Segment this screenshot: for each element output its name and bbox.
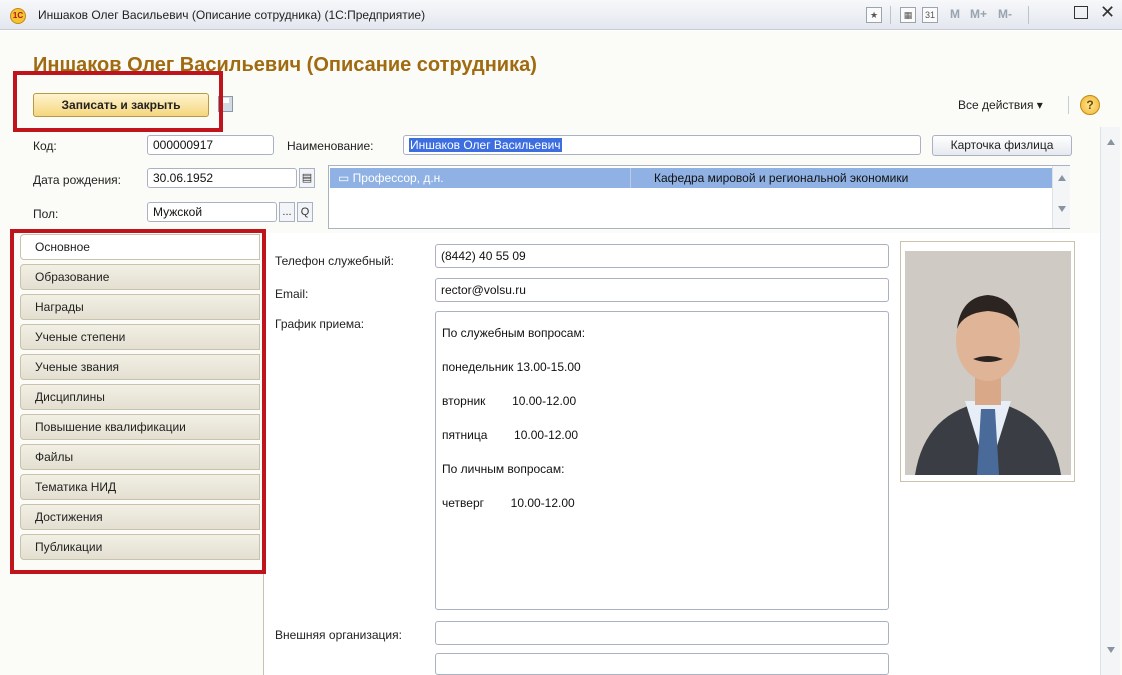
code-field[interactable]: 000000917	[147, 135, 274, 155]
help-icon[interactable]: ?	[1080, 95, 1100, 115]
close-button[interactable]: ✕	[1100, 2, 1115, 23]
gender-select-button[interactable]: ...	[279, 202, 295, 222]
toolbar-divider	[1068, 96, 1069, 114]
scroll-down-icon[interactable]	[1058, 206, 1066, 212]
toolbar-divider	[1028, 6, 1029, 24]
code-label: Код:	[33, 139, 57, 153]
person-card-button[interactable]: Карточка физлица	[932, 135, 1072, 156]
employee-photo-frame	[900, 241, 1075, 482]
calendar-icon[interactable]: 31	[922, 7, 938, 23]
name-field[interactable]: Иншаков Олег Васильевич	[403, 135, 921, 155]
phone-label: Телефон служебный:	[275, 254, 394, 268]
phone-field[interactable]: (8442) 40 55 09	[435, 244, 889, 268]
schedule-line: четверг 10.00-12.00	[442, 496, 575, 510]
employee-photo	[905, 251, 1071, 475]
memory-minus-button[interactable]: M-	[998, 7, 1012, 21]
portrait-illustration	[905, 251, 1071, 475]
positions-table[interactable]: ▭ Профессор, д.н. Кафедра мировой и реги…	[328, 165, 1070, 229]
toolbar-divider	[890, 6, 891, 24]
form-scrollbar[interactable]	[1100, 127, 1120, 675]
birth-date-field[interactable]: 30.06.1952	[147, 168, 297, 188]
external-org-field[interactable]	[435, 621, 889, 645]
email-label: Email:	[275, 287, 309, 301]
next-field[interactable]	[435, 653, 889, 675]
gender-field[interactable]: Мужской	[147, 202, 277, 222]
name-label: Наименование:	[287, 139, 374, 153]
highlight-frame-tabs	[10, 229, 266, 574]
position-title-cell: ▭ Профессор, д.н.	[338, 171, 444, 185]
search-icon[interactable]: Q	[297, 202, 313, 222]
email-field[interactable]: rector@volsu.ru	[435, 278, 889, 302]
app-logo-icon: 1С	[10, 8, 26, 24]
schedule-line: По служебным вопросам:	[442, 326, 586, 340]
window-title: Иншаков Олег Васильевич (Описание сотруд…	[38, 8, 426, 22]
scroll-up-icon[interactable]	[1058, 175, 1066, 181]
external-org-label: Внешняя организация:	[275, 628, 402, 642]
memory-m-button[interactable]: M	[950, 7, 960, 21]
schedule-label: График приема:	[275, 317, 365, 331]
birth-date-label: Дата рождения:	[33, 173, 121, 187]
table-row[interactable]: ▭ Профессор, д.н. Кафедра мировой и реги…	[330, 168, 1052, 188]
schedule-line: По личным вопросам:	[442, 462, 565, 476]
schedule-textarea[interactable]: По служебным вопросам: понедельник 13.00…	[435, 311, 889, 610]
gender-label: Пол:	[33, 207, 59, 221]
maximize-button[interactable]	[1074, 6, 1088, 19]
department-cell: Кафедра мировой и региональной экономики	[654, 171, 909, 185]
positions-scrollbar[interactable]	[1052, 166, 1070, 228]
calculator-icon[interactable]: ▦	[900, 7, 916, 23]
highlight-frame-save	[13, 71, 223, 132]
bookmark-icon[interactable]: ★	[866, 7, 882, 23]
scroll-up-icon[interactable]	[1107, 139, 1115, 145]
position-icon: ▭	[338, 171, 353, 185]
name-value: Иншаков Олег Васильевич	[409, 138, 562, 152]
column-divider	[630, 168, 631, 188]
all-actions-menu[interactable]: Все действия ▾	[958, 98, 1043, 112]
schedule-line: понедельник 13.00-15.00	[442, 360, 581, 374]
memory-plus-button[interactable]: M+	[970, 7, 987, 21]
schedule-line: вторник 10.00-12.00	[442, 394, 577, 408]
schedule-line: пятница 10.00-12.00	[442, 428, 579, 442]
calendar-picker-icon[interactable]: ▤	[299, 168, 315, 188]
scroll-down-icon[interactable]	[1107, 647, 1115, 653]
